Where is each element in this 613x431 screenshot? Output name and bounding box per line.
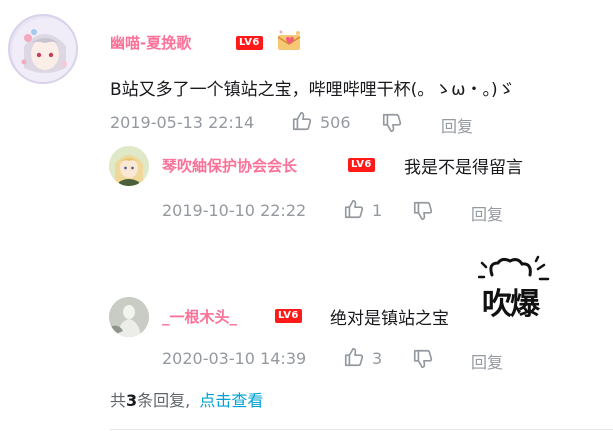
- reply-button[interactable]: 回复: [471, 349, 503, 373]
- dislike-icon[interactable]: [412, 348, 434, 370]
- reply-button[interactable]: 回复: [471, 201, 503, 225]
- reply-text: 绝对是镇站之宝: [330, 309, 449, 329]
- level-badge: LV6: [348, 158, 375, 172]
- sticker-emote: 吹爆: [478, 255, 552, 329]
- like-icon[interactable]: [291, 110, 313, 132]
- username[interactable]: 幽喵-夏挽歌: [110, 32, 191, 53]
- like-icon[interactable]: [343, 346, 365, 368]
- like-count: 3: [372, 349, 383, 368]
- comment-text: B站又多了一个镇站之宝，哔哩哔哩干杯(。ゝω・。)ゞ: [110, 80, 515, 100]
- view-replies-link[interactable]: 点击查看: [199, 391, 263, 410]
- level-badge: LV6: [236, 36, 263, 50]
- sticker-text: 吹爆: [482, 287, 540, 322]
- like-icon[interactable]: [343, 198, 365, 220]
- dislike-icon[interactable]: [412, 200, 434, 222]
- reply-text: 我是不是得留言: [404, 158, 523, 178]
- level-badge: LV6: [275, 309, 302, 323]
- reply-time: 2020-03-10 14:39: [162, 349, 307, 368]
- reply-button[interactable]: 回复: [441, 113, 473, 137]
- avatar[interactable]: [109, 146, 149, 186]
- envelope-badge-icon: [277, 29, 303, 53]
- like-count: 506: [320, 113, 351, 132]
- username[interactable]: _一根木头_: [162, 306, 237, 327]
- username[interactable]: 琴吹紬保护协会会长: [162, 155, 297, 176]
- comment-time: 2019-05-13 22:14: [110, 113, 255, 132]
- avatar[interactable]: [109, 297, 149, 337]
- reply-time: 2019-10-10 22:22: [162, 201, 307, 220]
- reply-summary: 共3条回复, 点击查看: [110, 387, 263, 411]
- dislike-icon[interactable]: [381, 112, 403, 134]
- summary-suffix: 条回复,: [137, 391, 191, 410]
- summary-prefix: 共: [110, 391, 127, 410]
- divider: [110, 429, 613, 430]
- like-count: 1: [372, 201, 383, 220]
- reply-count: 3: [126, 391, 138, 410]
- avatar[interactable]: [8, 14, 78, 84]
